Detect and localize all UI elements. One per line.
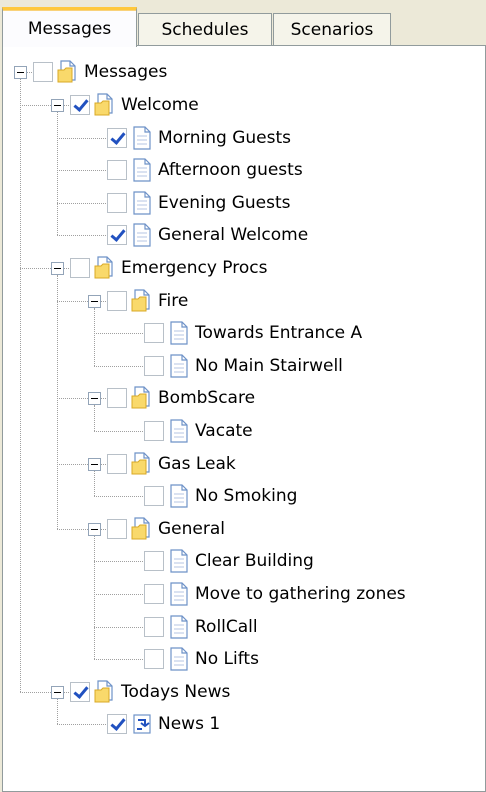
checkbox-bombscare[interactable]: [107, 388, 127, 409]
document-icon: [168, 354, 190, 378]
document-icon: [168, 647, 190, 671]
tree-connector-line: [94, 496, 145, 498]
tree-item-label[interactable]: Evening Guests: [158, 191, 291, 215]
checkbox-general-welcome[interactable]: [107, 225, 127, 246]
collapse-emergency-procs-icon[interactable]: [51, 261, 64, 275]
document-icon: [131, 125, 153, 150]
tree-item-label[interactable]: Messages: [84, 60, 167, 84]
document-icon: [168, 321, 190, 345]
collapse-bombscare-icon[interactable]: [88, 392, 101, 406]
collapse-general-icon[interactable]: [88, 522, 101, 536]
tree-connector-line: [94, 430, 145, 432]
folder-document-icon: [131, 517, 153, 541]
collapse-todays-news-icon[interactable]: [51, 685, 64, 699]
checkbox-towards-entrance-a[interactable]: [144, 323, 164, 344]
tree-connector-line: [94, 405, 95, 431]
tree-connector-line: [57, 202, 108, 204]
tree-item-label[interactable]: Vacate: [195, 419, 253, 443]
tree-connector-line: [20, 79, 21, 692]
checkbox-general[interactable]: [107, 518, 127, 539]
tab-messages[interactable]: Messages: [2, 7, 137, 47]
tree-item-label[interactable]: Todays News: [121, 680, 230, 704]
tree-connector-line: [57, 724, 108, 726]
folder-document-icon: [131, 386, 153, 410]
document-icon: [131, 158, 153, 182]
tree-item-label[interactable]: Morning Guests: [158, 126, 291, 150]
tree-item-label[interactable]: RollCall: [195, 615, 258, 639]
tree-connector-line: [57, 137, 108, 139]
tree-item-label[interactable]: Gas Leak: [158, 452, 236, 476]
tree-connector-line: [57, 170, 108, 172]
tree-item-label[interactable]: No Main Stairwell: [195, 354, 343, 378]
tree-connector-line: [94, 307, 95, 366]
tree-item-label[interactable]: Clear Building: [195, 549, 314, 573]
checkbox-afternoon-guests[interactable]: [107, 160, 127, 181]
tree-connector-line: [94, 333, 145, 335]
folder-document-icon: [131, 451, 153, 476]
tree-item-label[interactable]: General: [158, 517, 225, 541]
document-icon: [168, 614, 190, 639]
document-icon: [168, 484, 190, 508]
folder-document-icon: [131, 288, 153, 313]
document-icon: [168, 419, 190, 443]
tree-item-label[interactable]: General Welcome: [158, 223, 308, 247]
tree-connector-line: [94, 659, 145, 661]
checkbox-news-1[interactable]: [107, 714, 127, 735]
checkbox-rollcall[interactable]: [144, 616, 164, 637]
tree-item-label[interactable]: BombScare: [158, 386, 255, 410]
tree-item-label[interactable]: Move to gathering zones: [195, 582, 406, 606]
folder-document-icon: [57, 60, 79, 84]
checkbox-no-lifts[interactable]: [144, 649, 164, 670]
tree-connector-line: [57, 274, 58, 529]
checkbox-welcome[interactable]: [70, 94, 90, 115]
folder-document-icon: [94, 256, 116, 280]
folder-document-icon: [94, 680, 116, 704]
folder-document-icon: [94, 93, 116, 117]
tree-item-label[interactable]: Welcome: [121, 93, 199, 117]
tree-connector-line: [57, 235, 108, 237]
tree-item-label[interactable]: Afternoon guests: [158, 158, 303, 182]
tree-connector-line: [94, 626, 145, 628]
tree-item-label[interactable]: Fire: [158, 289, 188, 313]
tree-item-label[interactable]: No Lifts: [195, 647, 259, 671]
tree-connector-line: [57, 698, 58, 725]
checkbox-todays-news[interactable]: [70, 681, 90, 702]
checkbox-gas-leak[interactable]: [107, 453, 127, 474]
collapse-messages-icon[interactable]: [14, 66, 27, 80]
tab-schedules[interactable]: Schedules: [138, 13, 272, 45]
tree-connector-line: [94, 561, 145, 563]
tree-connector-line: [94, 593, 145, 595]
message-tree[interactable]: Messages Welcome Morning Guests Afternoon g…: [3, 46, 485, 791]
tab-scenarios[interactable]: Scenarios: [273, 13, 391, 45]
tree-item-label[interactable]: Emergency Procs: [121, 256, 267, 280]
tree-connector-line: [57, 111, 58, 236]
checkbox-clear-building[interactable]: [144, 551, 164, 572]
checkbox-messages[interactable]: [33, 62, 53, 83]
tree-connector-line: [94, 365, 145, 367]
document-icon: [168, 549, 190, 573]
tree-item-label[interactable]: Towards Entrance A: [195, 321, 362, 345]
tree-item-label[interactable]: No Smoking: [195, 484, 297, 508]
tree-item-label[interactable]: News 1: [158, 712, 220, 736]
collapse-gas-leak-icon[interactable]: [88, 457, 101, 471]
checkbox-emergency-procs[interactable]: [70, 257, 90, 278]
tree-connector-line: [94, 470, 95, 497]
checkbox-fire[interactable]: [107, 290, 127, 311]
checkbox-no-main-stairwell[interactable]: [144, 355, 164, 376]
checkbox-morning-guests[interactable]: [107, 127, 127, 148]
checkbox-move-to-gathering-zones[interactable]: [144, 583, 164, 604]
document-icon: [131, 191, 153, 215]
document-icon: [131, 223, 153, 247]
messages-panel: Messages Welcome Morning Guests Afternoon g…: [2, 45, 486, 792]
checkbox-vacate[interactable]: [144, 420, 164, 441]
checkbox-evening-guests[interactable]: [107, 192, 127, 213]
tab-strip: Messages Schedules Scenarios: [0, 0, 486, 47]
checkbox-no-smoking[interactable]: [144, 486, 164, 507]
news-document-icon: [131, 712, 153, 736]
document-icon: [168, 582, 190, 606]
collapse-welcome-icon[interactable]: [51, 98, 64, 112]
collapse-fire-icon[interactable]: [88, 294, 101, 308]
tree-connector-line: [94, 535, 95, 660]
